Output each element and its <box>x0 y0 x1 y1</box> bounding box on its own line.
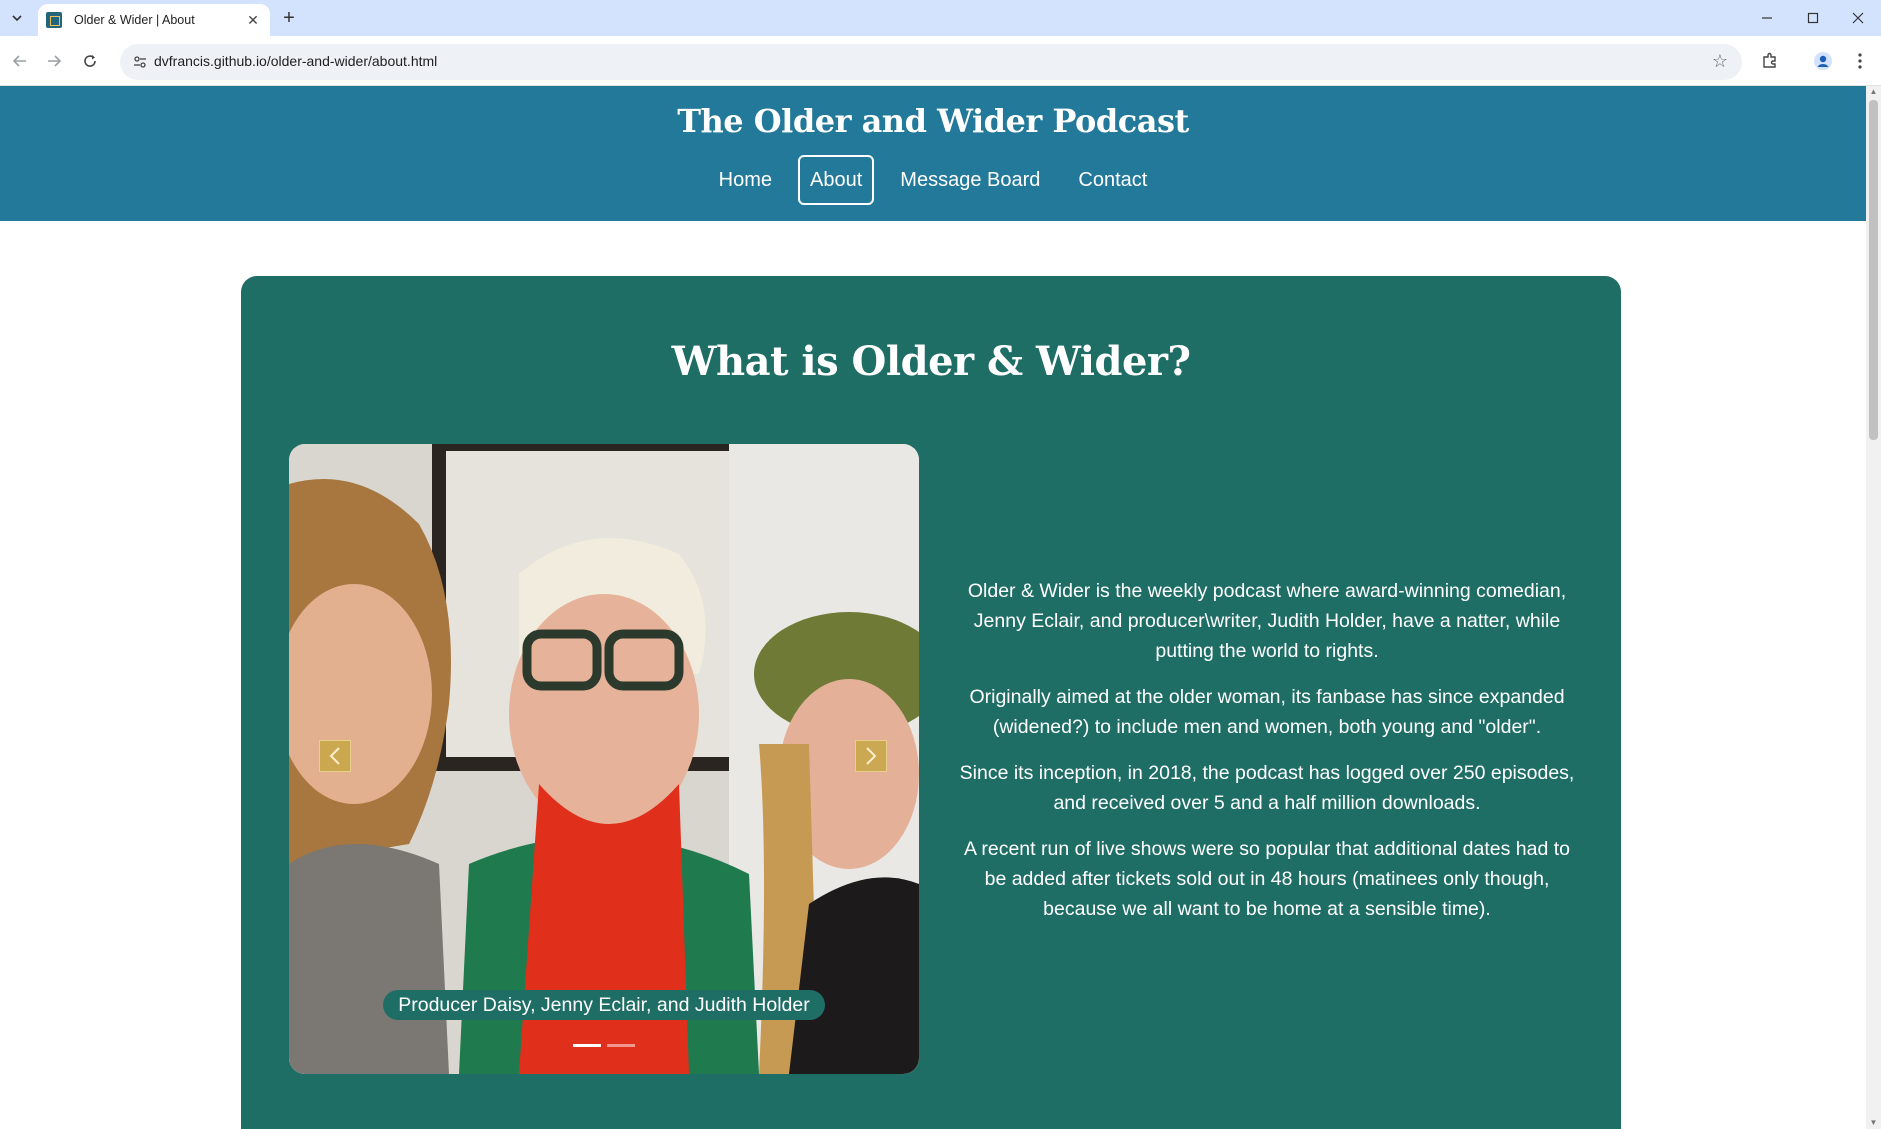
browser-tab-strip: Older & Wider | About ✕ + <box>0 0 1881 36</box>
address-bar[interactable]: dvfrancis.github.io/older-and-wider/abou… <box>120 44 1742 80</box>
carousel-caption: Producer Daisy, Jenny Eclair, and Judith… <box>383 990 825 1020</box>
minimize-icon[interactable] <box>1744 0 1790 36</box>
nav-link-message-board[interactable]: Message Board <box>888 155 1052 205</box>
nav-link-home[interactable]: Home <box>707 155 784 205</box>
star-icon[interactable]: ☆ <box>1712 51 1728 72</box>
plus-icon[interactable]: + <box>278 7 300 29</box>
about-paragraph: A recent run of live shows were so popul… <box>964 838 1570 920</box>
url-text[interactable]: dvfrancis.github.io/older-and-wider/abou… <box>154 53 437 69</box>
carousel-indicator-1[interactable] <box>573 1044 601 1047</box>
about-paragraph: Originally aimed at the older woman, its… <box>969 686 1565 738</box>
site-favicon-icon <box>46 12 62 28</box>
close-icon[interactable]: ✕ <box>244 11 262 29</box>
carousel-indicator-2[interactable] <box>607 1044 635 1047</box>
scroll-down-icon[interactable]: ▼ <box>1869 1119 1878 1127</box>
scrollbar-thumb[interactable] <box>1869 100 1878 440</box>
back-arrow-icon[interactable] <box>8 49 32 73</box>
nav-link-contact[interactable]: Contact <box>1066 155 1159 205</box>
page-viewport: The Older and Wider Podcast Home About M… <box>0 86 1866 1129</box>
profile-icon[interactable] <box>1811 49 1835 73</box>
about-text: Older & Wider is the weekly podcast wher… <box>957 576 1577 940</box>
site-settings-icon[interactable] <box>130 52 150 72</box>
browser-tab[interactable]: Older & Wider | About ✕ <box>38 4 270 36</box>
browser-toolbar: dvfrancis.github.io/older-and-wider/abou… <box>0 36 1881 86</box>
site-title: The Older and Wider Podcast <box>677 102 1189 140</box>
carousel-indicators <box>289 1044 919 1047</box>
about-paragraph: Older & Wider is the weekly podcast wher… <box>967 580 1567 662</box>
tab-title: Older & Wider | About <box>74 13 195 27</box>
carousel-prev-button[interactable] <box>319 740 351 772</box>
about-card: What is Older & Wider? Producer Daisy, J… <box>241 276 1621 1129</box>
reload-icon[interactable] <box>78 49 102 73</box>
close-window-icon[interactable] <box>1835 0 1881 36</box>
kebab-menu-icon[interactable] <box>1848 49 1872 73</box>
hosts-photo <box>289 444 919 1074</box>
puzzle-icon[interactable] <box>1758 49 1782 73</box>
nav-link-about[interactable]: About <box>798 155 875 205</box>
chevron-down-icon[interactable] <box>6 7 28 29</box>
page-scrollbar[interactable]: ▲ ▼ <box>1866 86 1881 1129</box>
main-nav: Home About Message Board Contact <box>0 155 1866 205</box>
forward-arrow-icon[interactable] <box>42 49 66 73</box>
about-paragraph: Since its inception, in 2018, the podcas… <box>959 762 1575 814</box>
carousel-next-button[interactable] <box>855 740 887 772</box>
site-header: The Older and Wider Podcast Home About M… <box>0 86 1866 221</box>
scroll-up-icon[interactable]: ▲ <box>1869 88 1878 96</box>
photo-carousel[interactable]: Producer Daisy, Jenny Eclair, and Judith… <box>289 444 919 1074</box>
about-heading: What is Older & Wider? <box>671 338 1191 385</box>
maximize-icon[interactable] <box>1790 0 1836 36</box>
